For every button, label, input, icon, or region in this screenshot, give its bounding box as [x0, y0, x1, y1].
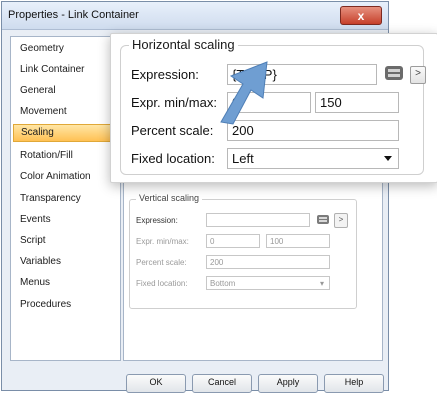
h-fixed-select[interactable]: Left — [227, 148, 399, 169]
sidebar-item-procedures[interactable]: Procedures — [13, 296, 117, 314]
h-minmax-label: Expr. min/max: — [131, 95, 217, 110]
horizontal-scaling-legend: Horizontal scaling — [129, 37, 238, 52]
close-button[interactable]: x — [340, 6, 382, 25]
v-expression-input[interactable] — [206, 213, 310, 227]
sidebar-item-events[interactable]: Events — [13, 211, 117, 229]
v-minmax-label: Expr. min/max: — [136, 237, 189, 246]
title-bar: Properties - Link Container x — [2, 2, 388, 30]
sidebar-item-transparency[interactable]: Transparency — [13, 190, 117, 208]
vertical-scaling-group: Vertical scaling Expression: > Expr. min… — [129, 193, 357, 309]
v-max-input[interactable]: 100 — [266, 234, 330, 248]
sidebar-item-scaling[interactable]: Scaling — [13, 124, 117, 142]
dialog-button-row: OK Cancel Apply Help — [2, 374, 388, 393]
cancel-button[interactable]: Cancel — [192, 374, 252, 393]
v-more-button[interactable]: > — [334, 213, 348, 228]
ok-button[interactable]: OK — [126, 374, 186, 393]
v-fixed-select[interactable]: Bottom ▾ — [206, 276, 330, 290]
chevron-down-icon: ▾ — [319, 279, 324, 288]
v-expression-label: Expression: — [136, 216, 178, 225]
sidebar-item-geometry[interactable]: Geometry — [13, 40, 117, 58]
sidebar-item-link-container[interactable]: Link Container — [13, 61, 117, 79]
window-title: Properties - Link Container — [8, 9, 139, 21]
chevron-down-icon — [384, 156, 392, 161]
help-button[interactable]: Help — [324, 374, 384, 393]
close-icon: x — [357, 8, 365, 23]
sidebar-item-movement[interactable]: Movement — [13, 103, 117, 121]
sidebar-item-color-animation[interactable]: Color Animation — [13, 168, 117, 186]
horizontal-scaling-zoom-callout: Horizontal scaling Expression: {TEMP} Ex… — [110, 33, 437, 183]
v-percent-label: Percent scale: — [136, 258, 187, 267]
callout-pointer-icon — [220, 61, 268, 125]
h-percent-label: Percent scale: — [131, 123, 214, 138]
v-fixed-label: Fixed location: — [136, 279, 188, 288]
h-expression-label: Expression: — [131, 67, 199, 82]
h-more-button[interactable]: > — [410, 66, 426, 84]
h-max-input[interactable]: 150 — [315, 92, 399, 113]
sidebar-item-variables[interactable]: Variables — [13, 253, 117, 271]
vertical-scaling-legend: Vertical scaling — [136, 193, 203, 203]
v-min-input[interactable]: 0 — [206, 234, 260, 248]
apply-button[interactable]: Apply — [258, 374, 318, 393]
property-category-list: Geometry Link Container General Movement… — [10, 36, 121, 361]
sidebar-item-rotation-fill[interactable]: Rotation/Fill — [13, 147, 117, 165]
sidebar-item-general[interactable]: General — [13, 82, 117, 100]
h-tag-browser-icon[interactable] — [384, 63, 404, 83]
h-fixed-value: Left — [232, 151, 254, 166]
v-percent-input[interactable]: 200 — [206, 255, 330, 269]
v-fixed-value: Bottom — [210, 279, 236, 288]
h-fixed-label: Fixed location: — [131, 151, 215, 166]
sidebar-item-menus[interactable]: Menus — [13, 274, 117, 292]
sidebar-item-script[interactable]: Script — [13, 232, 117, 250]
v-tag-browser-icon[interactable] — [316, 213, 330, 226]
